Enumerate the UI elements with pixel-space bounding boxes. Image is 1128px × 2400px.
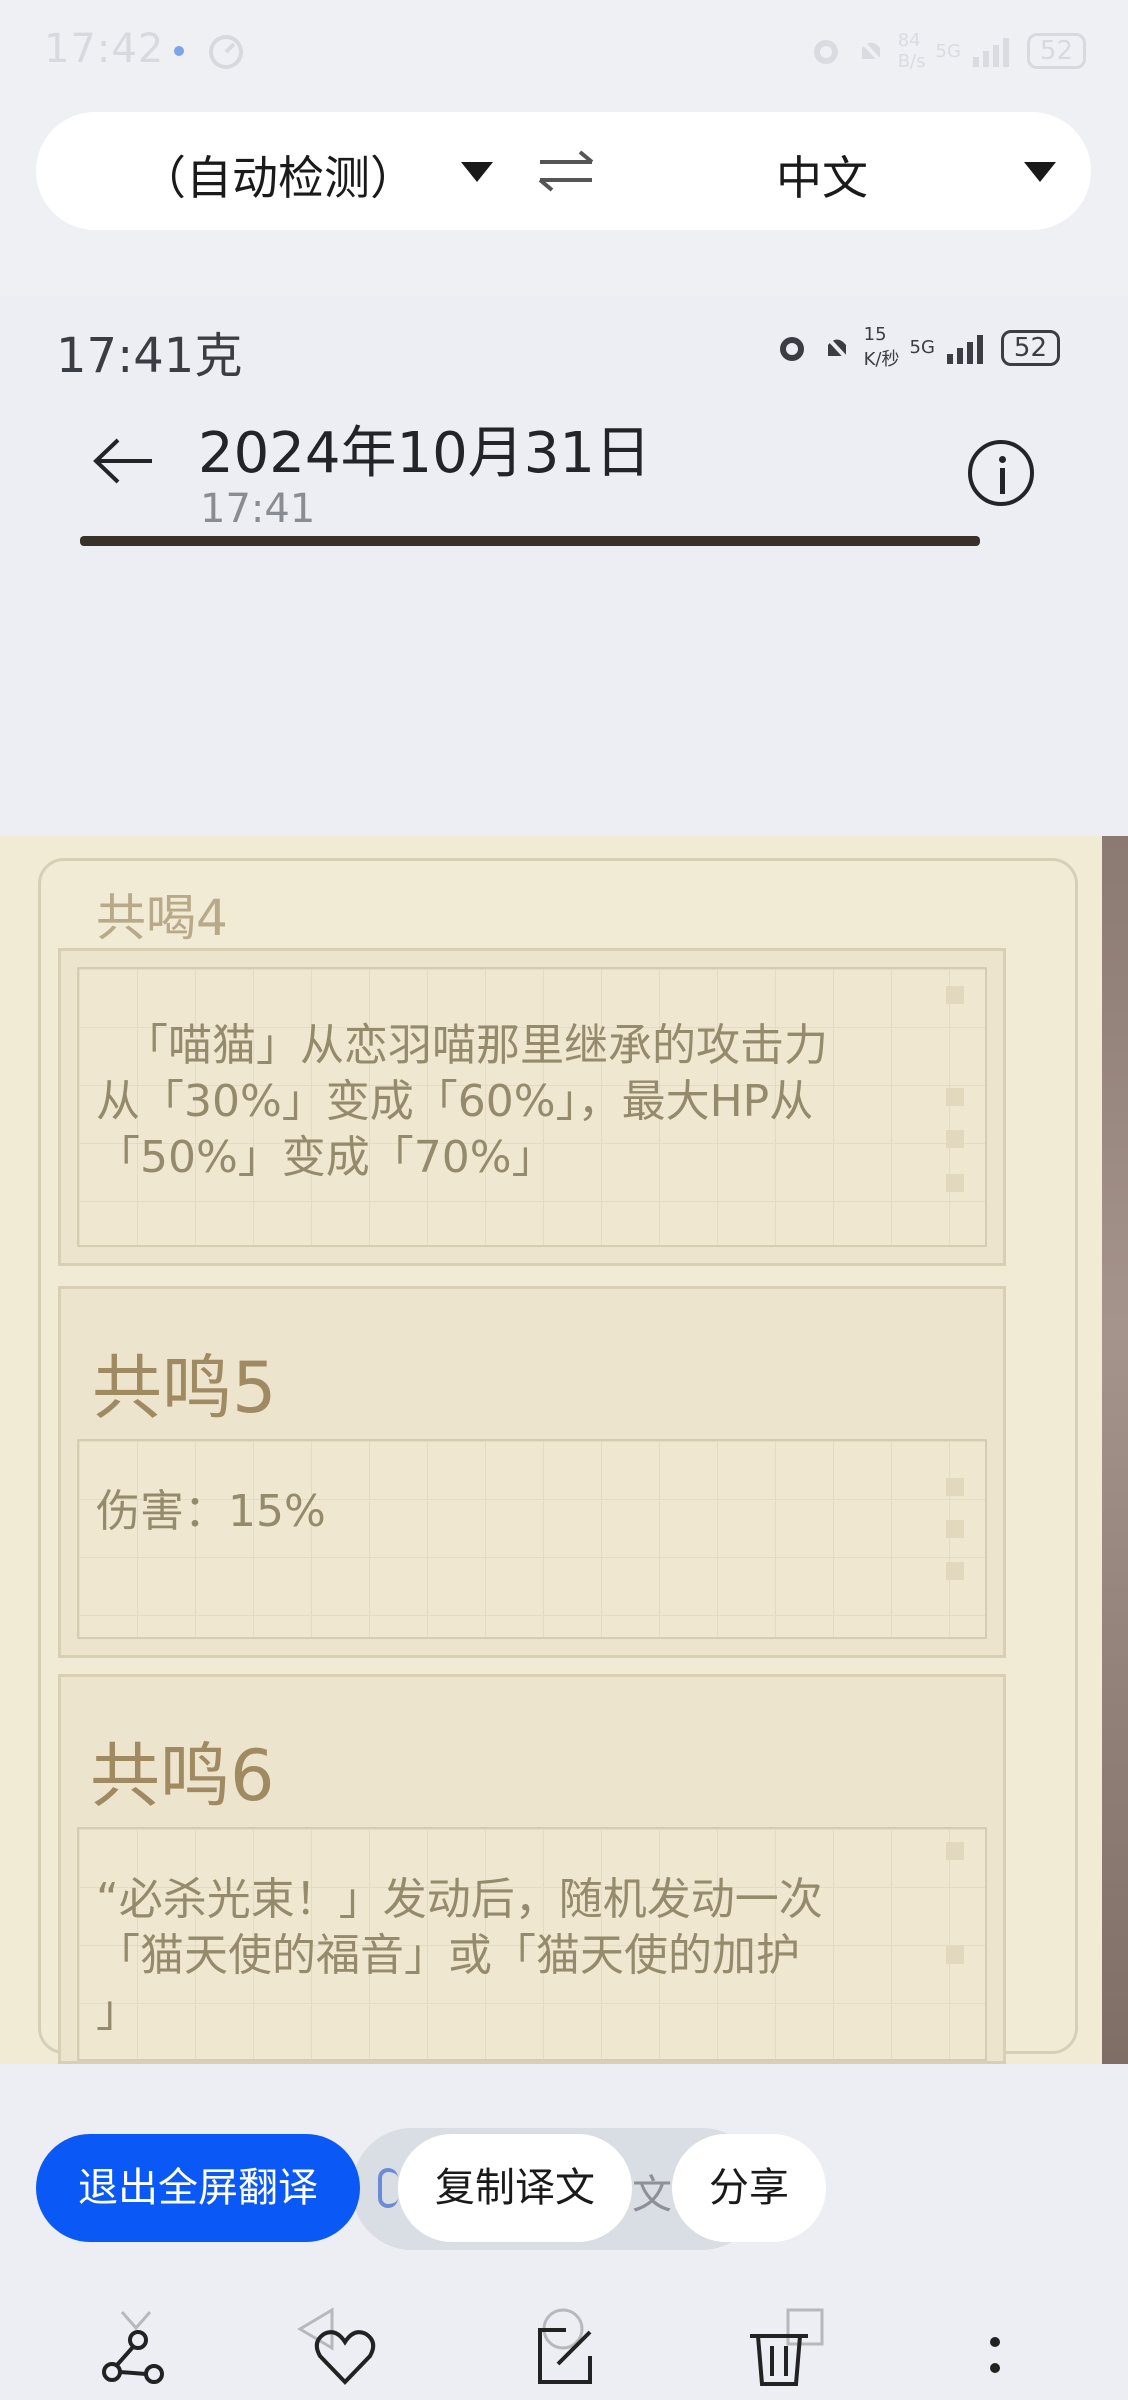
network-speed: 84 B/s [897, 30, 926, 72]
photo-status-time: 17:41克 [56, 328, 243, 384]
delete-trash-icon[interactable] [744, 2320, 814, 2390]
speedometer-icon [209, 35, 243, 69]
exit-fullscreen-button[interactable]: 退出全屏翻译 [36, 2134, 360, 2242]
panel-heading: 共鸣6 [90, 1735, 275, 1817]
panel-decoration [946, 1088, 964, 1106]
translation-screen: 17:42 84 B/s 5G 52 （自动检测） 中文 17:41克 15 K… [0, 0, 1128, 2400]
image-top-edge [80, 536, 980, 546]
more-options-icon[interactable] [960, 2320, 1030, 2390]
panel-body: 伤害：15% [96, 1486, 326, 1537]
share-button[interactable]: 分享 [672, 2134, 826, 2242]
alarm-icon [813, 40, 838, 64]
network-type: 5G [935, 40, 961, 62]
panel-heading: 共鸣5 [92, 1347, 277, 1429]
photo-time: 17:41 [200, 486, 316, 532]
source-dropdown-icon[interactable] [461, 162, 493, 182]
target-dropdown-icon[interactable] [1024, 162, 1056, 182]
mute-icon [856, 35, 886, 67]
panel-decoration [946, 1946, 964, 1964]
photo-status-icons: 15 K/秒 5G 52 [774, 324, 1060, 371]
panel-decoration [946, 986, 964, 1004]
battery-indicator: 52 [1026, 33, 1086, 69]
source-language-select[interactable]: （自动检测） [140, 142, 416, 208]
status-time: 17:42 [44, 26, 165, 72]
panel-decoration [946, 1562, 964, 1580]
text-recognition-icon [378, 2168, 398, 2208]
target-language-select[interactable]: 中文 [776, 142, 868, 208]
photo-network-type: 5G [909, 337, 935, 358]
translate-header: 17:42 84 B/s 5G 52 （自动检测） 中文 [0, 0, 1128, 296]
panel-decoration [946, 1520, 964, 1538]
photo-date: 2024年10月31日 [198, 421, 652, 486]
photo-status-bar: 17:41克 15 K/秒 5G 52 [0, 296, 1128, 386]
signal-icon [972, 38, 1009, 67]
photo-alarm-icon [779, 336, 804, 361]
panel-decoration [946, 1130, 964, 1148]
share-nodes-icon[interactable] [98, 2320, 168, 2390]
status-icons: 84 B/s 5G 52 [808, 30, 1086, 72]
panel-decoration [946, 1842, 964, 1860]
edit-icon[interactable] [530, 2320, 600, 2390]
photo-signal-icon [946, 334, 983, 364]
photo-network-speed: 15 K/秒 [863, 324, 900, 370]
panel-body: 「喵猫」从恋羽喵那里继承的攻击力 从「30%」变成「60%」，最大HP从 「50… [96, 1020, 828, 1183]
photo-battery-indicator: 52 [1000, 329, 1060, 366]
favorite-heart-icon[interactable] [310, 2320, 380, 2390]
panel-decoration [946, 1478, 964, 1496]
language-selector-bar: （自动检测） 中文 [36, 112, 1091, 230]
system-status-bar: 17:42 84 B/s 5G 52 [0, 0, 1128, 100]
swap-arrows-icon[interactable] [534, 146, 598, 196]
panel-decoration [946, 1174, 964, 1192]
photo-mute-icon [822, 332, 852, 363]
notification-dot-icon [174, 46, 184, 56]
copy-translation-button[interactable]: 复制译文 [398, 2134, 632, 2242]
panel-body: “必杀光束！」发动后，随机发动一次 「猫天使的福音」或「猫天使的加护 」 [96, 1874, 823, 2037]
right-edge-strip [1102, 836, 1128, 2064]
panel-heading: 共喝4 [96, 889, 228, 947]
back-arrow-icon [93, 438, 152, 484]
info-icon [968, 440, 1034, 506]
